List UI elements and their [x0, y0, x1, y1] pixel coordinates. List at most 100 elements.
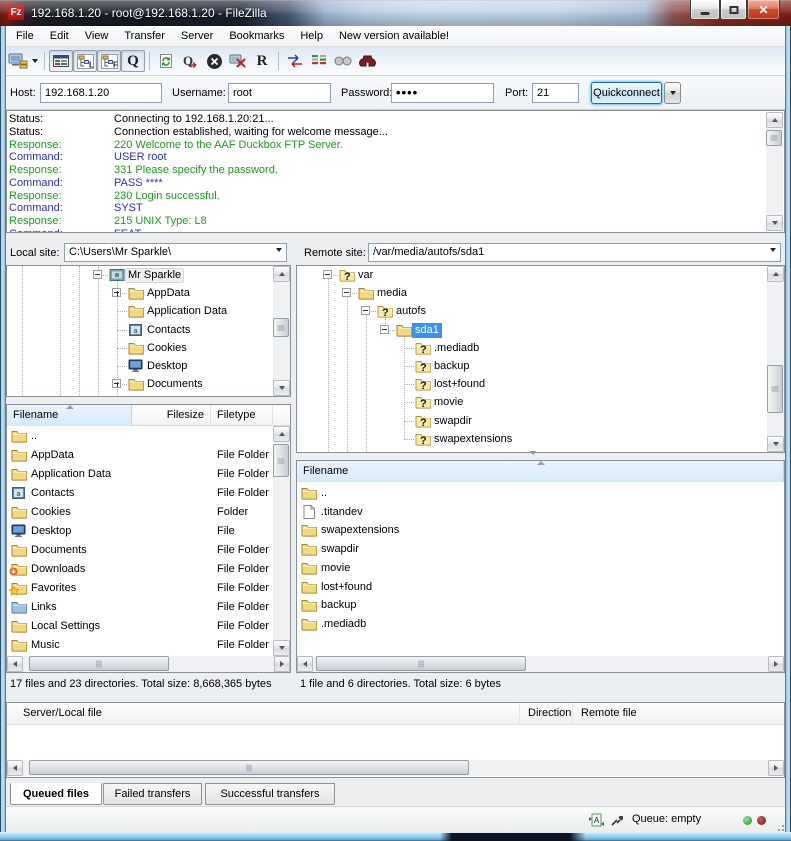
- tab-queued-files[interactable]: Queued files: [10, 783, 102, 805]
- menu-transfer[interactable]: Transfer: [116, 27, 173, 45]
- tree-label[interactable]: Documents: [144, 377, 206, 392]
- port-input[interactable]: 21: [532, 83, 579, 103]
- tree-item-var[interactable]: ?var: [297, 266, 784, 284]
- horizontal-scrollbar[interactable]: [297, 656, 784, 672]
- tree-item-movie[interactable]: ?movie: [297, 393, 784, 411]
- tree-item-swapdir[interactable]: ?swapdir: [297, 412, 784, 430]
- expander-minus-icon[interactable]: [323, 270, 332, 279]
- vertical-scrollbar[interactable]: [273, 426, 290, 656]
- tree-label[interactable]: .mediadb: [431, 341, 482, 356]
- file-row-[interactable]: ..: [7, 427, 290, 446]
- synchronized-browsing-icon[interactable]: [283, 50, 307, 72]
- tree-label[interactable]: backup: [431, 359, 472, 374]
- tree-item-sda1[interactable]: sda1: [297, 321, 784, 339]
- tree-item-downloads[interactable]: Downloads: [7, 393, 290, 397]
- tree-item-application-data[interactable]: Application Data: [7, 302, 290, 320]
- tree-item-appdata[interactable]: AppData: [7, 284, 290, 302]
- tree-label[interactable]: autofs: [393, 304, 429, 319]
- title-bar[interactable]: Fz 192.168.1.20 - root@192.168.1.20 - Fi…: [0, 0, 791, 26]
- tree-item-dvd[interactable]: ?dvd: [297, 448, 784, 453]
- quickconnect-dropdown[interactable]: [664, 82, 681, 104]
- queue-column-server-local-file[interactable]: Server/Local file: [15, 703, 520, 725]
- expander-minus-icon[interactable]: [361, 306, 370, 315]
- file-row-lost-found[interactable]: lost+found: [297, 578, 784, 597]
- file-row-local-settings[interactable]: Local SettingsFile Folder: [7, 617, 290, 636]
- site-manager-icon[interactable]: [6, 50, 30, 72]
- tree-label[interactable]: Mr Sparkle: [125, 268, 184, 283]
- horizontal-scrollbar[interactable]: [7, 760, 784, 776]
- minimize-button[interactable]: [690, 0, 720, 20]
- tree-label[interactable]: Contacts: [144, 323, 193, 338]
- file-row-swapextensions[interactable]: swapextensions: [297, 521, 784, 540]
- file-row-music[interactable]: MusicFile Folder: [7, 636, 290, 655]
- column-header-filetype[interactable]: Filetype: [211, 405, 273, 426]
- column-header-filename[interactable]: Filename: [7, 405, 132, 426]
- menu-edit[interactable]: Edit: [42, 27, 77, 45]
- tree-label[interactable]: var: [355, 268, 376, 283]
- refresh-icon[interactable]: [154, 50, 178, 72]
- tree-item-media[interactable]: media: [297, 284, 784, 302]
- file-row-swapdir[interactable]: swapdir: [297, 540, 784, 559]
- toggle-log-icon[interactable]: [49, 50, 73, 72]
- menu-help[interactable]: Help: [292, 27, 331, 45]
- reconnect-icon[interactable]: R: [250, 50, 274, 72]
- file-row-application-data[interactable]: Application DataFile Folder: [7, 465, 290, 484]
- tree-item-swapextensions[interactable]: ?swapextensions: [297, 430, 784, 448]
- close-button[interactable]: ✕: [747, 0, 780, 20]
- file-row-cookies[interactable]: CookiesFolder: [7, 503, 290, 522]
- file-row-mediadb[interactable]: .mediadb: [297, 615, 784, 634]
- file-row-movie[interactable]: movie: [297, 559, 784, 578]
- tree-label[interactable]: movie: [431, 395, 466, 410]
- file-row-documents[interactable]: DocumentsFile Folder: [7, 541, 290, 560]
- expander-minus-icon[interactable]: [93, 270, 102, 279]
- tree-item-lost-found[interactable]: ?lost+found: [297, 375, 784, 393]
- tree-item-autofs[interactable]: ?autofs: [297, 302, 784, 320]
- menu-new-version-available[interactable]: New version available!: [331, 27, 457, 45]
- file-row-titandev[interactable]: .titandev: [297, 503, 784, 522]
- tree-label[interactable]: swapdir: [431, 414, 475, 429]
- vertical-scrollbar[interactable]: [766, 112, 783, 231]
- tree-item-contacts[interactable]: aContacts: [7, 321, 290, 339]
- tree-item-mediadb[interactable]: ?.mediadb: [297, 339, 784, 357]
- tree-label[interactable]: Downloads: [144, 395, 204, 397]
- menu-server[interactable]: Server: [173, 27, 221, 45]
- quickconnect-button[interactable]: Quickconnect: [591, 82, 662, 104]
- password-input[interactable]: ••••: [391, 83, 494, 103]
- remote-site-combo[interactable]: /var/media/autofs/sda1: [368, 243, 781, 262]
- tree-item-documents[interactable]: Documents: [7, 375, 290, 393]
- horizontal-scrollbar[interactable]: [7, 656, 290, 672]
- tree-label[interactable]: swapextensions: [431, 432, 515, 447]
- site-manager-dropdown[interactable]: [30, 50, 40, 72]
- file-row-backup[interactable]: backup: [297, 596, 784, 615]
- maximize-button[interactable]: [720, 0, 747, 20]
- expander-minus-icon[interactable]: [342, 288, 351, 297]
- process-queue-icon[interactable]: Q: [178, 50, 202, 72]
- vertical-scrollbar[interactable]: [767, 266, 784, 452]
- file-row-desktop[interactable]: DesktopFile: [7, 522, 290, 541]
- toggle-remote-tree-icon[interactable]: F: [97, 50, 121, 72]
- tree-item-backup[interactable]: ?backup: [297, 357, 784, 375]
- cancel-icon[interactable]: [202, 50, 226, 72]
- tree-item-mr-sparkle[interactable]: Mr Sparkle: [7, 266, 290, 284]
- tree-label[interactable]: Application Data: [144, 304, 230, 319]
- tree-label[interactable]: Desktop: [144, 359, 190, 374]
- toggle-local-tree-icon[interactable]: L: [73, 50, 97, 72]
- disconnect-icon[interactable]: [226, 50, 250, 72]
- tree-label[interactable]: sda1: [412, 323, 442, 338]
- tree-label[interactable]: AppData: [144, 286, 193, 301]
- username-input[interactable]: root: [228, 83, 331, 103]
- directory-comparison-icon[interactable]: [307, 50, 331, 72]
- menu-view[interactable]: View: [77, 27, 117, 45]
- vertical-scrollbar[interactable]: [273, 266, 290, 396]
- file-row-downloads[interactable]: DownloadsFile Folder: [7, 560, 290, 579]
- file-row-links[interactable]: LinksFile Folder: [7, 598, 290, 617]
- local-site-combo[interactable]: C:\Users\Mr Sparkle\: [64, 243, 287, 262]
- tree-item-desktop[interactable]: Desktop: [7, 357, 290, 375]
- tree-label[interactable]: media: [374, 286, 410, 301]
- menu-file[interactable]: File: [8, 27, 42, 45]
- filter-icon[interactable]: [331, 50, 355, 72]
- tree-item-cookies[interactable]: Cookies: [7, 339, 290, 357]
- column-header-filename[interactable]: Filename: [297, 461, 784, 482]
- file-row-appdata[interactable]: AppDataFile Folder: [7, 446, 290, 465]
- tab-successful-transfers[interactable]: Successful transfers: [205, 783, 335, 805]
